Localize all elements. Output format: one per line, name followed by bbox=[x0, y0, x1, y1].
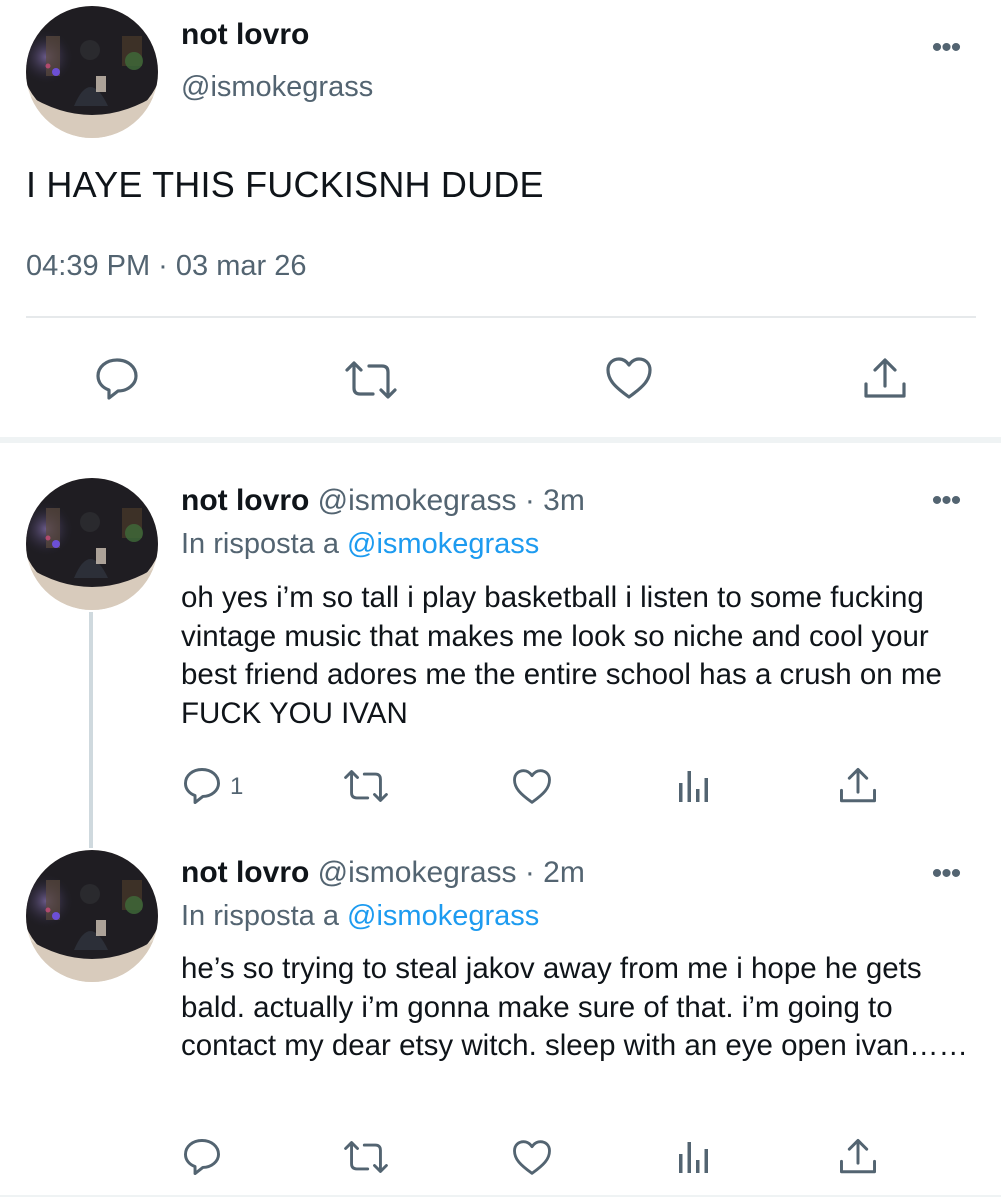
share-icon[interactable] bbox=[862, 356, 908, 402]
tweet-timestamp[interactable]: 04:39 PM · 03 mar 26 bbox=[26, 250, 306, 283]
share-icon[interactable] bbox=[838, 1137, 878, 1177]
retweet-icon[interactable] bbox=[343, 360, 399, 400]
like-icon[interactable] bbox=[512, 768, 552, 805]
reply-header: not lovro @ismokegrass · 2m bbox=[181, 856, 585, 890]
analytics-icon[interactable] bbox=[678, 767, 712, 803]
reply-count: 1 bbox=[230, 773, 244, 800]
like-icon[interactable] bbox=[605, 356, 653, 400]
handle-time[interactable]: @ismokegrass · 2m bbox=[318, 856, 585, 889]
reply-header: not lovro @ismokegrass · 3m bbox=[181, 484, 585, 518]
display-name[interactable]: not lovro bbox=[181, 856, 309, 889]
user-handle[interactable]: @ismokegrass bbox=[181, 71, 373, 104]
reply-to-label: In risposta a bbox=[181, 900, 339, 932]
avatar[interactable] bbox=[26, 850, 158, 982]
reply-text: oh yes i’m so tall i play basketball i l… bbox=[181, 581, 942, 730]
reply-icon[interactable] bbox=[182, 766, 222, 806]
divider bbox=[26, 316, 976, 318]
share-icon[interactable] bbox=[838, 766, 878, 806]
retweet-icon[interactable] bbox=[342, 769, 390, 803]
reply-to-mention[interactable]: @ismokegrass bbox=[347, 900, 539, 932]
reply-to-line: In risposta a @ismokegrass bbox=[181, 528, 539, 561]
reply-text: he’s so trying to steal jakov away from … bbox=[181, 952, 969, 1062]
tweet-text: I HAYE THIS FUCKISNH DUDE bbox=[26, 164, 544, 205]
avatar[interactable] bbox=[26, 478, 158, 610]
handle-time[interactable]: @ismokegrass · 3m bbox=[318, 484, 585, 517]
more-options-icon[interactable]: ••• bbox=[926, 859, 966, 889]
more-options-icon[interactable]: ••• bbox=[926, 33, 966, 63]
reply-to-mention[interactable]: @ismokegrass bbox=[347, 528, 539, 560]
reply-to-label: In risposta a bbox=[181, 528, 339, 560]
retweet-icon[interactable] bbox=[342, 1140, 390, 1174]
thread-connector bbox=[89, 612, 93, 848]
display-name[interactable]: not lovro bbox=[181, 484, 309, 517]
reply-to-line: In risposta a @ismokegrass bbox=[181, 900, 539, 933]
like-icon[interactable] bbox=[512, 1139, 552, 1176]
avatar[interactable] bbox=[26, 6, 158, 138]
more-options-icon[interactable]: ••• bbox=[926, 486, 966, 516]
divider bbox=[0, 1195, 1001, 1197]
reply-icon[interactable] bbox=[94, 356, 140, 402]
reply-icon[interactable] bbox=[182, 1137, 222, 1177]
analytics-icon[interactable] bbox=[678, 1138, 712, 1174]
display-name[interactable]: not lovro bbox=[181, 18, 309, 52]
section-separator bbox=[0, 437, 1001, 443]
